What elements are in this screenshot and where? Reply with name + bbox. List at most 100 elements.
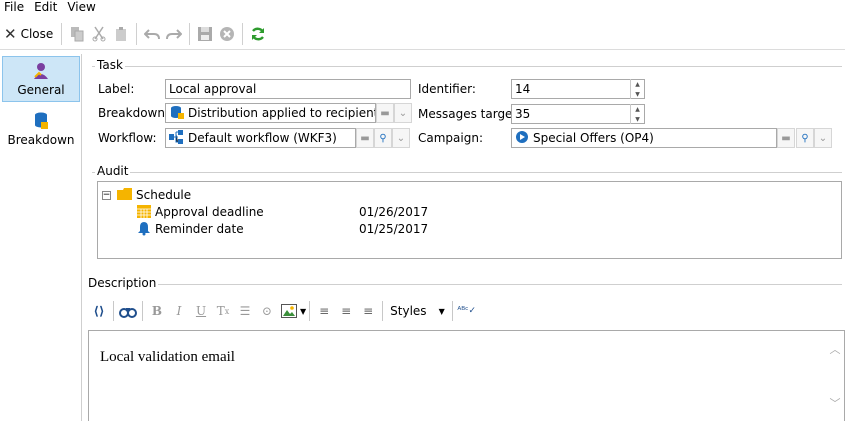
nav-breakdown-label: Breakdown xyxy=(7,132,75,147)
tree-row-reminder[interactable]: Reminder date 01/25/2017 xyxy=(136,221,428,237)
editor-scrollbar[interactable]: ︿ ﹀ xyxy=(826,331,844,421)
folder-icon: ▬ xyxy=(360,132,370,144)
toolbar-separator xyxy=(61,22,63,45)
scroll-down-icon[interactable]: ﹀ xyxy=(830,395,841,411)
close-button[interactable]: ✕ Close xyxy=(0,22,57,46)
cancel-icon[interactable] xyxy=(218,25,236,43)
folder-icon: ▬ xyxy=(781,132,791,144)
paste-icon[interactable] xyxy=(112,25,130,43)
label-field-label: Label: xyxy=(98,82,135,96)
workflow-icon xyxy=(169,129,185,147)
task-group-title: Task xyxy=(95,58,125,72)
copy-icon[interactable] xyxy=(68,25,86,43)
nav-general[interactable]: General xyxy=(2,56,80,102)
toolbar-separator xyxy=(142,301,143,321)
messages-target-input[interactable]: 35 ▲ ▼ xyxy=(511,104,645,124)
database-icon xyxy=(32,112,50,133)
menu-view[interactable]: View xyxy=(62,0,100,14)
menu-bar: File Edit View xyxy=(0,0,845,14)
breakdown-input[interactable]: Distribution applied to recipients xyxy=(165,103,376,123)
align-center-icon[interactable]: ≡ xyxy=(335,301,357,321)
label-input[interactable]: Local approval xyxy=(165,79,411,99)
breakdown-field-label: Breakdown: xyxy=(98,106,170,120)
campaign-icon xyxy=(515,130,529,147)
underline-icon[interactable]: U xyxy=(190,301,212,321)
spin-down-icon: ▼ xyxy=(635,115,640,123)
editor-toolbar: ⟨⟩ B I U Tx ☰ ⊙ ▼ ≡ ≡ ≡ Styles ▼ ᴬᴮᶜ✓ xyxy=(88,298,845,324)
spellcheck-icon[interactable]: ᴬᴮᶜ✓ xyxy=(456,301,478,321)
description-group-line xyxy=(150,284,842,285)
audit-group-line xyxy=(92,172,842,173)
undo-icon[interactable] xyxy=(143,25,161,43)
chevron-down-icon: ⌄ xyxy=(398,107,408,119)
identifier-field-label: Identifier: xyxy=(418,82,476,96)
bold-icon[interactable]: B xyxy=(146,301,168,321)
toolbar-separator xyxy=(136,22,138,45)
workflow-folder-button[interactable]: ▬ xyxy=(356,128,374,148)
menu-file[interactable]: File xyxy=(0,0,29,14)
campaign-input[interactable]: Special Offers (OP4) xyxy=(511,128,777,148)
save-icon[interactable] xyxy=(196,25,214,43)
description-editor[interactable]: Local validation email ︿ ﹀ xyxy=(88,330,845,421)
workflow-field-label: Workflow: xyxy=(98,131,157,145)
chevron-down-icon: ⌄ xyxy=(396,132,406,144)
cut-icon[interactable] xyxy=(90,25,108,43)
magnifier-icon: ⚲ xyxy=(379,132,387,144)
tree-row-label: Reminder date xyxy=(155,222,244,236)
find-icon[interactable] xyxy=(117,301,139,321)
tree-row-date: 01/25/2017 xyxy=(359,222,429,236)
description-group-title: Description xyxy=(86,276,159,290)
general-icon xyxy=(32,62,50,83)
chevron-down-icon[interactable]: ▼ xyxy=(300,307,306,316)
insert-image-icon[interactable] xyxy=(278,301,300,321)
link-icon[interactable]: ⊙ xyxy=(256,301,278,321)
workflow-input[interactable]: Default workflow (WKF3) xyxy=(165,128,356,148)
toolbar-separator xyxy=(451,301,453,321)
identifier-input[interactable]: 14 ▲ ▼ xyxy=(511,79,645,99)
audit-group-title: Audit xyxy=(95,164,131,178)
styles-dropdown[interactable]: Styles ▼ xyxy=(386,304,449,318)
source-code-icon[interactable]: ⟨⟩ xyxy=(88,301,110,321)
close-icon: ✕ xyxy=(4,24,17,43)
tree-folder-row[interactable]: − Schedule xyxy=(102,187,191,203)
nav-breakdown[interactable]: Breakdown xyxy=(2,106,80,152)
campaign-folder-button[interactable]: ▬ xyxy=(777,128,795,148)
folder-icon: ▬ xyxy=(380,107,390,119)
refresh-icon[interactable] xyxy=(249,25,267,43)
toolbar-separator xyxy=(382,301,384,321)
tree-row-date: 01/26/2017 xyxy=(359,205,429,219)
close-label: Close xyxy=(20,26,54,41)
audit-tree: − Schedule Approval deadline 01/26/2017 … xyxy=(97,181,842,259)
database-icon xyxy=(169,105,185,122)
align-left-icon[interactable]: ≡ xyxy=(313,301,335,321)
tree-row-label: Approval deadline xyxy=(155,205,264,219)
spin-up-icon: ▲ xyxy=(635,80,640,88)
toolbar-separator xyxy=(113,301,114,321)
workflow-dropdown-button[interactable]: ⌄ xyxy=(392,128,410,148)
toolbar-separator xyxy=(242,22,244,45)
scroll-up-icon[interactable]: ︿ xyxy=(830,341,841,357)
breakdown-dropdown-button[interactable]: ⌄ xyxy=(394,103,412,123)
campaign-dropdown-button[interactable]: ⌄ xyxy=(814,128,832,148)
breakdown-folder-button[interactable]: ▬ xyxy=(376,103,394,123)
chevron-down-icon: ▼ xyxy=(438,306,445,316)
redo-icon[interactable] xyxy=(165,25,183,43)
collapse-icon[interactable]: − xyxy=(102,190,111,200)
menu-edit[interactable]: Edit xyxy=(29,0,62,14)
messages-target-field-label: Messages target: xyxy=(418,107,522,121)
spin-down-icon: ▼ xyxy=(635,90,640,98)
align-right-icon[interactable]: ≡ xyxy=(357,301,379,321)
messages-target-spinner[interactable]: ▲ ▼ xyxy=(630,104,644,124)
chevron-down-icon: ⌄ xyxy=(818,132,828,144)
campaign-search-button[interactable]: ⚲ xyxy=(796,128,814,148)
workflow-search-button[interactable]: ⚲ xyxy=(374,128,392,148)
left-navigation: General Breakdown xyxy=(0,54,82,421)
bullet-list-icon[interactable]: ☰ xyxy=(234,301,256,321)
italic-icon[interactable]: I xyxy=(168,301,190,321)
toolbar-separator xyxy=(309,301,311,321)
clear-format-icon[interactable]: Tx xyxy=(212,301,234,321)
campaign-field-label: Campaign: xyxy=(418,131,483,145)
description-content[interactable]: Local validation email xyxy=(100,349,235,366)
tree-row-approval[interactable]: Approval deadline 01/26/2017 xyxy=(136,204,428,220)
identifier-spinner[interactable]: ▲ ▼ xyxy=(630,79,644,99)
